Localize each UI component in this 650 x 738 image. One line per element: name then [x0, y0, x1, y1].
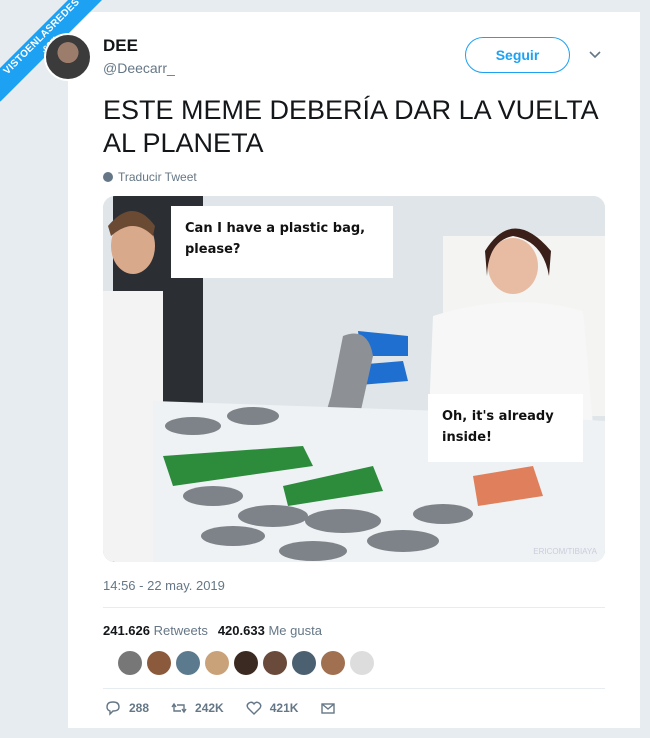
chevron-down-icon[interactable] — [588, 47, 602, 61]
translate-link[interactable]: Traducir Tweet — [103, 170, 197, 184]
liker-avatar[interactable] — [118, 651, 142, 675]
retweets-stat[interactable]: 241.626 Retweets — [103, 623, 208, 638]
likes-count: 420.633 — [217, 623, 265, 638]
envelope-icon — [321, 703, 336, 714]
retweet-icon — [171, 702, 187, 714]
liker-avatar[interactable] — [205, 651, 229, 675]
tweet-text: ESTE MEME DEBERÍA DAR LA VUELTA AL PLANE… — [103, 95, 598, 158]
liker-avatar[interactable] — [263, 651, 287, 675]
likes-label: Me gusta — [268, 623, 322, 638]
tweet-actions: 288 242K 421K — [105, 700, 358, 716]
left-margin — [0, 0, 68, 738]
translate-label[interactable]: Traducir Tweet — [118, 170, 197, 184]
likers-avatars — [118, 651, 374, 675]
avatar[interactable] — [44, 33, 92, 81]
liker-avatar[interactable] — [292, 651, 316, 675]
liker-avatar[interactable] — [147, 651, 171, 675]
like-count: 421K — [269, 701, 299, 715]
globe-icon — [103, 172, 113, 182]
user-name[interactable]: DEE — [103, 36, 138, 56]
liker-avatar[interactable] — [321, 651, 345, 675]
liker-avatar[interactable] — [350, 651, 374, 675]
like-button[interactable]: 421K — [246, 700, 299, 716]
retweet-count: 242K — [195, 701, 224, 715]
likes-stat[interactable]: 420.633 Me gusta — [218, 623, 322, 638]
engagement-stats: 241.626 Retweets 420.633 Me gusta — [103, 623, 322, 638]
reply-count: 288 — [129, 701, 150, 715]
retweets-count: 241.626 — [103, 623, 150, 638]
message-button[interactable] — [320, 700, 336, 716]
retweets-label: Retweets — [153, 623, 208, 638]
speech-bubble-question: Can I have a plastic bag, please? — [171, 206, 393, 278]
follow-button[interactable]: Seguir — [465, 37, 570, 73]
image-watermark: ERICOM/TIBIAYA — [533, 547, 597, 556]
divider — [103, 688, 605, 689]
retweet-button[interactable]: 242K — [171, 700, 224, 716]
heart-icon — [246, 701, 262, 715]
user-handle[interactable]: @Deecarr_ — [103, 60, 175, 76]
tweet-timestamp[interactable]: 14:56 - 22 may. 2019 — [103, 578, 225, 593]
reply-button[interactable]: 288 — [105, 700, 149, 716]
tweet-image[interactable]: Can I have a plastic bag, please? Oh, it… — [103, 196, 605, 562]
liker-avatar[interactable] — [176, 651, 200, 675]
reply-icon — [106, 701, 120, 716]
speech-bubble-answer: Oh, it's already inside! — [428, 394, 583, 462]
liker-avatar[interactable] — [234, 651, 258, 675]
divider — [103, 607, 605, 608]
